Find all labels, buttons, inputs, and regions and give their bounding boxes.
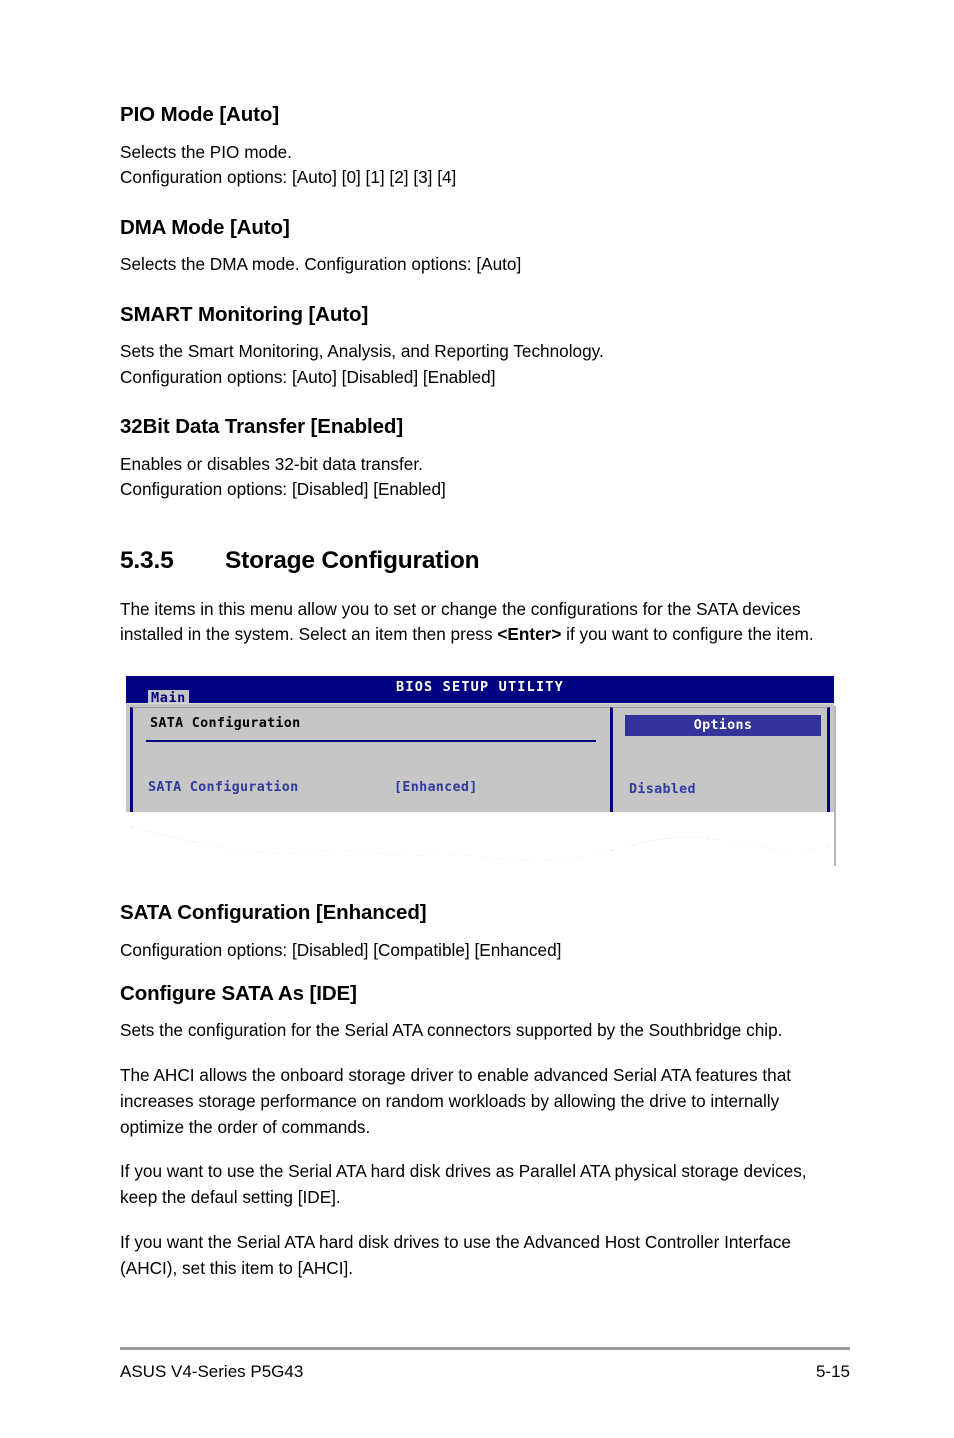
setting-block-dma-mode: DMA Mode [Auto] Selects the DMA mode. Co… <box>120 215 850 278</box>
bios-setting-label: SATA Configuration <box>148 780 299 796</box>
setting-options-line: Configuration options: [Auto] [Disabled]… <box>120 366 496 387</box>
bios-setting-row[interactable]: SATA Configuration [Enhanced] <box>148 779 478 797</box>
setting-desc-line: Selects the PIO mode. <box>120 141 292 162</box>
section-intro-paragraph: The items in this menu allow you to set … <box>120 597 836 649</box>
footer-divider <box>120 1347 850 1350</box>
document-page: PIO Mode [Auto] Selects the PIO mode. Co… <box>0 0 954 1438</box>
setting-heading-sata-configuration: SATA Configuration [Enhanced] <box>120 901 427 925</box>
bios-setting-label: Configure SATA as <box>148 827 291 843</box>
bios-settings-panel: SATA Configuration SATA Configuration [En… <box>130 707 609 868</box>
setting-heading-smart-monitoring: SMART Monitoring [Auto] <box>120 302 369 326</box>
setting-desc-smart-monitoring: Sets the Smart Monitoring, Analysis, and… <box>120 339 850 390</box>
setting-options-line: Configuration options: [Disabled] [Enabl… <box>120 479 446 500</box>
setting-block-pio-mode: PIO Mode [Auto] Selects the PIO mode. Co… <box>120 103 850 191</box>
page-content: PIO Mode [Auto] Selects the PIO mode. Co… <box>120 103 850 1301</box>
setting-desc-line: Enables or disables 32-bit data transfer… <box>120 453 423 474</box>
setting-heading-configure-sata-as: Configure SATA As [IDE] <box>120 981 357 1005</box>
setting-desc-dma-mode: Selects the DMA mode. Configuration opti… <box>120 252 850 278</box>
setting-paragraph: If you want the Serial ATA hard disk dri… <box>120 1231 791 1278</box>
setting-block-sata-configuration: SATA Configuration [Enhanced] Configurat… <box>120 902 850 963</box>
setting-block-configure-sata-as: Configure SATA As [IDE] Sets the configu… <box>120 981 850 1282</box>
bios-title-text: BIOS SETUP UTILITY <box>396 679 564 696</box>
bios-setting-value: [IDE] <box>394 827 436 843</box>
bios-settings-list: SATA Configuration [Enhanced] Configure S… <box>148 749 478 872</box>
setting-heading-32bit-data-transfer: 32Bit Data Transfer [Enabled] <box>120 415 404 439</box>
footer-page-number: 5-15 <box>815 1362 850 1381</box>
section-number: 5.3.5 <box>120 546 174 574</box>
section-title: Storage Configuration <box>225 546 480 574</box>
panel-divider-rule <box>146 740 596 743</box>
setting-paragraph: Sets the configuration for the Serial AT… <box>120 1020 783 1041</box>
intro-enter-key: <Enter> <box>497 624 562 645</box>
setting-block-smart-monitoring: SMART Monitoring [Auto] Sets the Smart M… <box>120 302 850 391</box>
bios-options-panel: Options Disabled Compatiable Enhanced <box>610 707 830 868</box>
setting-desc-32bit-data-transfer: Enables or disables 32-bit data transfer… <box>120 452 850 503</box>
setting-heading-pio-mode: PIO Mode [Auto] <box>120 103 280 126</box>
setting-desc-line: Selects the DMA mode. Configuration opti… <box>120 254 522 275</box>
setting-paragraph: The AHCI allows the onboard storage driv… <box>120 1064 792 1137</box>
bios-titlebar: BIOS SETUP UTILITY Main <box>126 676 834 708</box>
bios-option-item[interactable]: Disabled <box>629 781 746 799</box>
bios-body: SATA Configuration SATA Configuration [En… <box>126 703 834 873</box>
bios-option-item[interactable]: Compatiable <box>629 834 746 852</box>
bios-options-header: Options <box>625 715 821 737</box>
bios-setup-window: BIOS SETUP UTILITY Main SATA Configurati… <box>126 676 834 873</box>
setting-options-sata-configuration: Configuration options: [Disabled] [Compa… <box>120 939 562 960</box>
setting-heading-dma-mode: DMA Mode [Auto] <box>120 215 290 239</box>
bios-screenshot-figure: BIOS SETUP UTILITY Main SATA Configurati… <box>126 676 836 873</box>
section-heading-storage-configuration: 5.3.5 Storage Configuration <box>120 547 850 575</box>
setting-desc-line: Sets the Smart Monitoring, Analysis, and… <box>120 341 604 362</box>
setting-desc-pio-mode: Selects the PIO mode. Configuration opti… <box>120 140 850 191</box>
bios-panel-title: SATA Configuration <box>150 716 301 732</box>
setting-block-32bit-data-transfer: 32Bit Data Transfer [Enabled] Enables or… <box>120 416 850 503</box>
setting-options-line: Configuration options: [Auto] [0] [1] [2… <box>120 167 457 188</box>
setting-paragraph: If you want to use the Serial ATA hard d… <box>120 1161 807 1208</box>
bios-setting-row[interactable]: Configure SATA as [IDE] <box>148 827 478 845</box>
intro-text-after: if you want to configure the item. <box>561 624 814 645</box>
bios-options-list: Disabled Compatiable Enhanced <box>629 746 746 872</box>
bios-setting-value: [Enhanced] <box>394 780 478 796</box>
